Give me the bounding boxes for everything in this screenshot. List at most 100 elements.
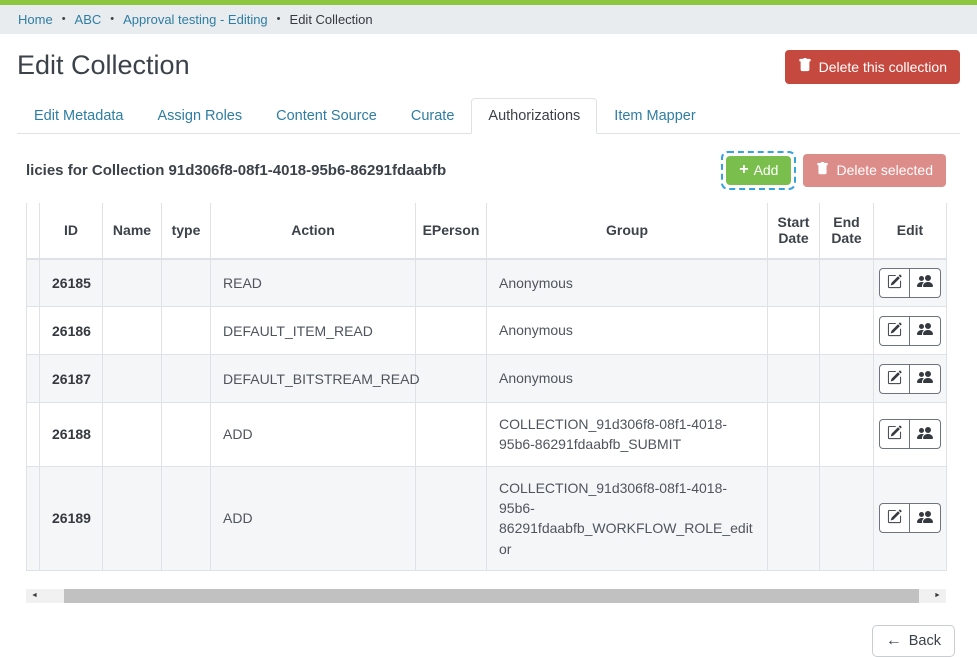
policy-name [103, 403, 162, 467]
row-select-cell [27, 403, 40, 467]
policy-type [162, 307, 211, 355]
scroll-left-arrow[interactable]: ◄ [26, 589, 43, 603]
select-column-header [27, 203, 40, 259]
policies-section: licies for Collection 91d306f8-08f1-4018… [26, 151, 946, 657]
users-icon [917, 425, 933, 444]
policy-group-button[interactable] [910, 364, 941, 394]
row-select-cell [27, 259, 40, 307]
policies-header: licies for Collection 91d306f8-08f1-4018… [26, 151, 946, 190]
policy-start-date [768, 307, 820, 355]
policy-action: ADD [211, 403, 416, 467]
back-button-label: Back [909, 633, 941, 649]
edit-button-group [879, 503, 941, 533]
edit-policy-button[interactable] [879, 268, 910, 298]
policy-id: 26186 [40, 307, 103, 355]
policy-eperson [416, 403, 487, 467]
policy-start-date [768, 403, 820, 467]
edit-button-group [879, 316, 941, 346]
policy-type [162, 355, 211, 403]
add-button-label: Add [754, 162, 779, 179]
policy-eperson [416, 307, 487, 355]
policy-group-button[interactable] [910, 268, 941, 298]
policy-group: Anonymous [487, 307, 768, 355]
policy-edit-cell [874, 466, 947, 570]
name-column-header: Name [103, 203, 162, 259]
group-column-header: Group [487, 203, 768, 259]
scroll-right-arrow[interactable]: ► [929, 589, 946, 603]
pencil-square-icon [887, 274, 902, 292]
policy-name [103, 307, 162, 355]
table-row: 26186DEFAULT_ITEM_READAnonymous [27, 307, 947, 355]
delete-collection-button[interactable]: Delete this collection [785, 50, 960, 84]
edit-button-group [879, 419, 941, 449]
delete-selected-label: Delete selected [836, 162, 933, 179]
table-header-row: IDNametypeActionEPersonGroupStart DateEn… [27, 203, 947, 259]
scrollbar-thumb[interactable] [64, 589, 919, 603]
policy-end-date [820, 466, 874, 570]
pencil-square-icon [887, 370, 902, 388]
add-policy-button[interactable]: + Add [726, 156, 791, 185]
policy-edit-cell [874, 307, 947, 355]
action-column-header: Action [211, 203, 416, 259]
type-column-header: type [162, 203, 211, 259]
breadcrumb-item[interactable]: Approval testing - Editing [123, 12, 268, 27]
policy-type [162, 259, 211, 307]
policy-end-date [820, 259, 874, 307]
policy-type [162, 466, 211, 570]
eperson-column-header: EPerson [416, 203, 487, 259]
start-date-column-header: Start Date [768, 203, 820, 259]
users-icon [917, 273, 933, 292]
policy-id: 26185 [40, 259, 103, 307]
tab-edit-metadata[interactable]: Edit Metadata [17, 98, 140, 134]
policy-group: COLLECTION_91d306f8-08f1-4018-95b6-86291… [487, 403, 768, 467]
policy-end-date [820, 307, 874, 355]
policy-eperson [416, 466, 487, 570]
delete-collection-label: Delete this collection [819, 59, 947, 76]
edit-policy-button[interactable] [879, 316, 910, 346]
back-button[interactable]: ← Back [872, 625, 955, 657]
breadcrumb-separator-icon: • [277, 14, 281, 25]
breadcrumb-item[interactable]: Home [18, 12, 53, 27]
breadcrumb: Home•ABC•Approval testing - Editing•Edit… [0, 5, 977, 34]
edit-policy-button[interactable] [879, 364, 910, 394]
policy-id: 26188 [40, 403, 103, 467]
policy-eperson [416, 355, 487, 403]
edit-policy-button[interactable] [879, 419, 910, 449]
policy-start-date [768, 466, 820, 570]
page-title: Edit Collection [17, 50, 190, 81]
policy-name [103, 355, 162, 403]
trash-icon [798, 58, 812, 76]
row-select-cell [27, 466, 40, 570]
policy-type [162, 403, 211, 467]
edit-policy-button[interactable] [879, 503, 910, 533]
table-row: 26189ADDCOLLECTION_91d306f8-08f1-4018-95… [27, 466, 947, 570]
pencil-square-icon [887, 322, 902, 340]
breadcrumb-item[interactable]: ABC [75, 12, 102, 27]
policy-group-button[interactable] [910, 316, 941, 346]
footer-row: ← Back [26, 625, 955, 657]
breadcrumb-separator-icon: • [62, 14, 66, 25]
policy-start-date [768, 259, 820, 307]
users-icon [917, 321, 933, 340]
table-row: 26187DEFAULT_BITSTREAM_READAnonymous [27, 355, 947, 403]
tab-authorizations[interactable]: Authorizations [471, 98, 597, 134]
horizontal-scrollbar[interactable]: ◄ ► [26, 589, 946, 603]
tab-curate[interactable]: Curate [394, 98, 472, 134]
policy-group-button[interactable] [910, 503, 941, 533]
users-icon [917, 369, 933, 388]
table-row: 26188 ADD COLLECTION_91d306f8-08f1-4018-95… [27, 403, 947, 467]
pencil-square-icon [887, 509, 902, 527]
row-select-cell [27, 355, 40, 403]
tab-content-source[interactable]: Content Source [259, 98, 394, 134]
add-button-focus-ring: + Add [721, 151, 796, 190]
back-arrow-icon: ← [886, 633, 902, 649]
policy-id: 26189 [40, 466, 103, 570]
policies-heading: licies for Collection 91d306f8-08f1-4018… [26, 162, 446, 179]
delete-selected-button[interactable]: Delete selected [803, 154, 946, 187]
policy-group-button[interactable] [910, 419, 941, 449]
policies-actions: + Add Delete selected [721, 151, 946, 190]
tab-item-mapper[interactable]: Item Mapper [597, 98, 712, 134]
page-header: Edit Collection Delete this collection [17, 50, 960, 84]
tab-assign-roles[interactable]: Assign Roles [140, 98, 259, 134]
trash-icon [816, 162, 829, 179]
